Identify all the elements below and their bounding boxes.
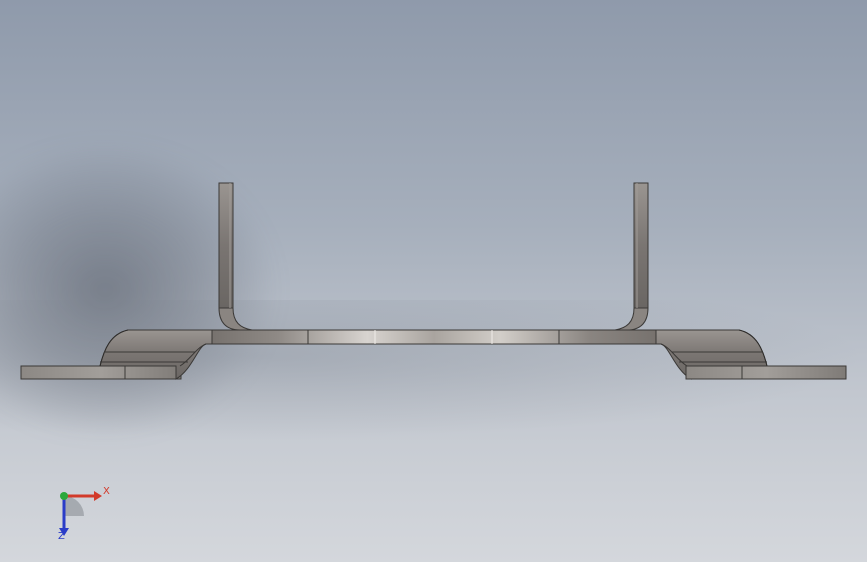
left-flange [20, 365, 182, 380]
graphics-viewport[interactable]: X Z [0, 0, 867, 562]
base-web [211, 329, 657, 345]
triad-shadow [64, 496, 84, 516]
right-vertical-leg [614, 182, 649, 331]
x-axis-label: X [103, 486, 110, 497]
sheet-metal-part[interactable] [0, 0, 867, 562]
x-axis-arrowhead [94, 491, 102, 501]
left-vertical-leg [218, 182, 253, 331]
orientation-triad[interactable]: X Z [50, 482, 120, 544]
y-axis-dot [60, 492, 68, 500]
z-axis-label: Z [58, 531, 65, 542]
right-flange [685, 365, 847, 380]
